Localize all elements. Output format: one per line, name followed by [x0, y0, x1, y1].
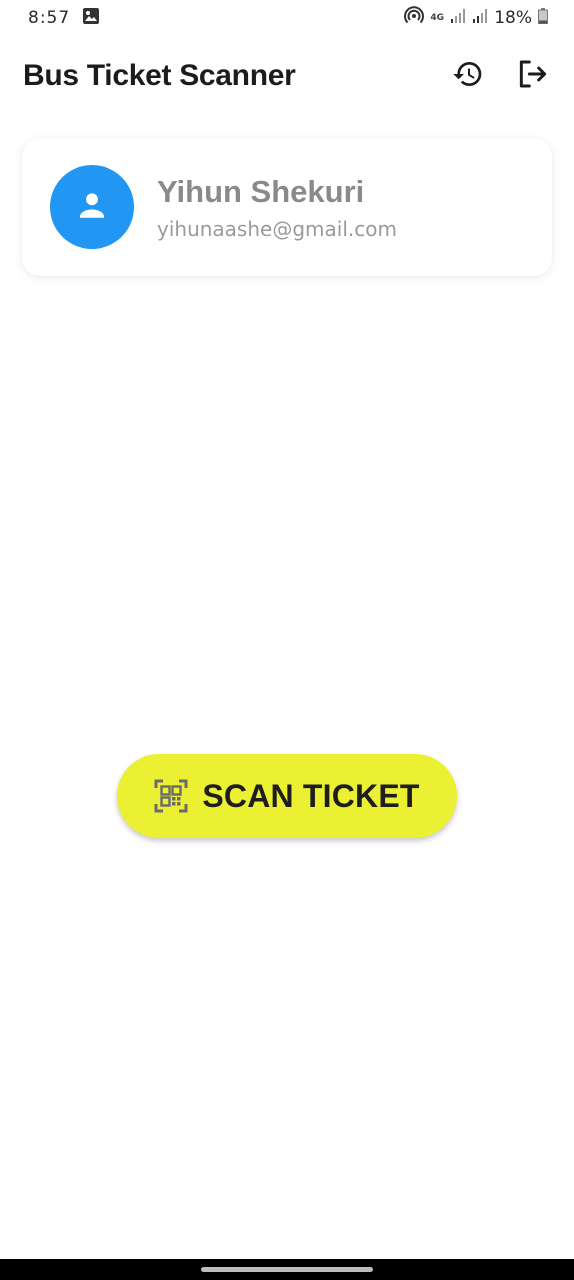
profile-name: Yihun Shekuri [157, 174, 365, 209]
qr-code-scanner-icon [154, 779, 188, 813]
signal-icon-1 [450, 8, 466, 29]
person-icon [75, 188, 109, 227]
app-bar: Bus Ticket Scanner [0, 44, 574, 108]
profile-text: Yihun Shekuri yihunaashe@gmail.com [157, 173, 397, 241]
page-title: Bus Ticket Scanner [23, 59, 296, 92]
gallery-notification-icon [82, 7, 100, 30]
avatar [50, 165, 134, 249]
navigation-bar [0, 1259, 574, 1280]
hotspot-icon [404, 5, 425, 31]
profile-email: yihunaashe@gmail.com [157, 217, 397, 241]
home-gesture-handle[interactable] [201, 1267, 373, 1272]
screen: 8:57 4G 18% Bus Ticket Scanner Yihun She… [0, 0, 574, 1280]
battery-percent: 18% [494, 8, 532, 28]
status-right: 4G 18% [404, 5, 548, 31]
status-bar: 8:57 4G 18% [0, 0, 574, 36]
logout-icon [516, 58, 548, 95]
profile-card: Yihun Shekuri yihunaashe@gmail.com [22, 138, 552, 276]
battery-icon [538, 7, 548, 29]
signal-icon-2 [472, 8, 488, 29]
logout-button[interactable] [506, 50, 558, 102]
scan-ticket-label: SCAN TICKET [202, 777, 420, 814]
history-icon [452, 58, 484, 95]
status-left: 8:57 [28, 7, 100, 30]
scan-ticket-button[interactable]: SCAN TICKET [117, 754, 457, 838]
network-type: 4G [430, 13, 445, 23]
history-button[interactable] [442, 50, 494, 102]
status-time: 8:57 [28, 8, 71, 28]
